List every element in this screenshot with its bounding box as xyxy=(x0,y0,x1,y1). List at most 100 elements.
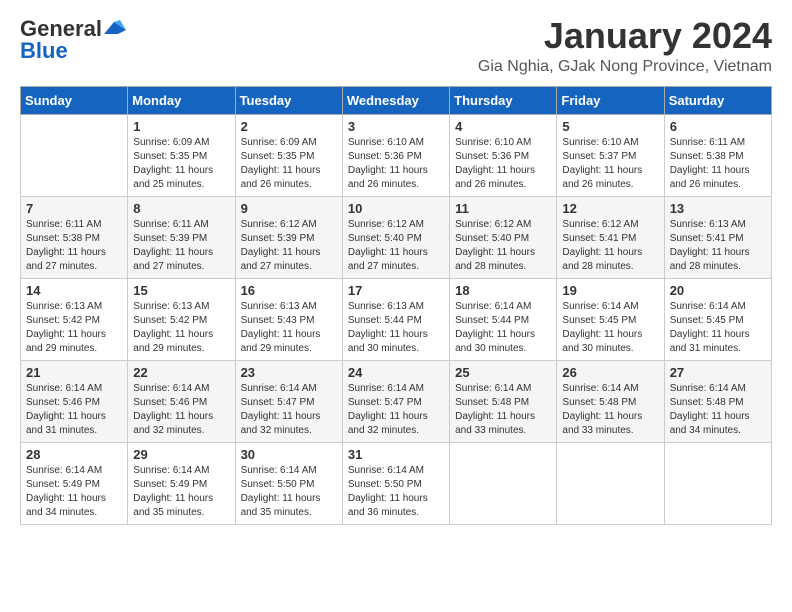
day-cell: 8 Sunrise: 6:11 AMSunset: 5:39 PMDaylight… xyxy=(128,196,235,278)
day-number: 31 xyxy=(348,447,444,462)
day-info: Sunrise: 6:14 AMSunset: 5:49 PMDaylight:… xyxy=(133,464,229,520)
weekday-header-wednesday: Wednesday xyxy=(342,86,449,114)
day-info: Sunrise: 6:13 AMSunset: 5:42 PMDaylight:… xyxy=(26,300,122,356)
day-cell: 12 Sunrise: 6:12 AMSunset: 5:41 PMDayligh… xyxy=(557,196,664,278)
weekday-header-sunday: Sunday xyxy=(21,86,128,114)
day-number: 20 xyxy=(670,283,766,298)
day-number: 6 xyxy=(670,119,766,134)
day-number: 15 xyxy=(133,283,229,298)
day-cell: 20 Sunrise: 6:14 AMSunset: 5:45 PMDayligh… xyxy=(664,278,771,360)
day-info: Sunrise: 6:14 AMSunset: 5:47 PMDaylight:… xyxy=(241,382,337,438)
day-info: Sunrise: 6:13 AMSunset: 5:41 PMDaylight:… xyxy=(670,218,766,274)
day-cell xyxy=(557,442,664,524)
day-info: Sunrise: 6:14 AMSunset: 5:50 PMDaylight:… xyxy=(241,464,337,520)
day-cell: 4 Sunrise: 6:10 AMSunset: 5:36 PMDaylight… xyxy=(450,114,557,196)
day-number: 13 xyxy=(670,201,766,216)
month-title: January 2024 xyxy=(478,16,772,56)
day-cell: 15 Sunrise: 6:13 AMSunset: 5:42 PMDayligh… xyxy=(128,278,235,360)
day-number: 23 xyxy=(241,365,337,380)
calendar-table: SundayMondayTuesdayWednesdayThursdayFrid… xyxy=(20,86,772,525)
day-cell: 18Sunrise: 6:14 AMSunset: 5:44 PMDayligh… xyxy=(450,278,557,360)
day-info: Sunrise: 6:11 AMSunset: 5:39 PMDaylight:… xyxy=(133,218,229,274)
day-cell: 25Sunrise: 6:14 AMSunset: 5:48 PMDayligh… xyxy=(450,360,557,442)
page-header: General Blue January 2024 Gia Nghia, GJa… xyxy=(20,16,772,76)
day-info: Sunrise: 6:11 AMSunset: 5:38 PMDaylight:… xyxy=(26,218,122,274)
logo: General Blue xyxy=(20,16,126,64)
day-info: Sunrise: 6:13 AMSunset: 5:44 PMDaylight:… xyxy=(348,300,444,356)
day-cell: 5 Sunrise: 6:10 AMSunset: 5:37 PMDaylight… xyxy=(557,114,664,196)
day-number: 26 xyxy=(562,365,658,380)
day-cell: 22Sunrise: 6:14 AMSunset: 5:46 PMDayligh… xyxy=(128,360,235,442)
day-info: Sunrise: 6:12 AMSunset: 5:40 PMDaylight:… xyxy=(455,218,551,274)
day-cell: 23 Sunrise: 6:14 AMSunset: 5:47 PMDayligh… xyxy=(235,360,342,442)
day-info: Sunrise: 6:14 AMSunset: 5:45 PMDaylight:… xyxy=(670,300,766,356)
day-info: Sunrise: 6:14 AMSunset: 5:45 PMDaylight:… xyxy=(562,300,658,356)
day-info: Sunrise: 6:14 AMSunset: 5:47 PMDaylight:… xyxy=(348,382,444,438)
day-number: 22 xyxy=(133,365,229,380)
day-number: 7 xyxy=(26,201,122,216)
day-number: 10 xyxy=(348,201,444,216)
day-info: Sunrise: 6:11 AMSunset: 5:38 PMDaylight:… xyxy=(670,136,766,192)
week-row-4: 21Sunrise: 6:14 AMSunset: 5:46 PMDayligh… xyxy=(21,360,772,442)
day-cell: 28 Sunrise: 6:14 AMSunset: 5:49 PMDayligh… xyxy=(21,442,128,524)
day-number: 19 xyxy=(562,283,658,298)
day-number: 16 xyxy=(241,283,337,298)
day-number: 3 xyxy=(348,119,444,134)
day-cell: 27Sunrise: 6:14 AMSunset: 5:48 PMDayligh… xyxy=(664,360,771,442)
day-number: 14 xyxy=(26,283,122,298)
week-row-2: 7 Sunrise: 6:11 AMSunset: 5:38 PMDaylight… xyxy=(21,196,772,278)
day-cell: 29Sunrise: 6:14 AMSunset: 5:49 PMDayligh… xyxy=(128,442,235,524)
day-info: Sunrise: 6:13 AMSunset: 5:43 PMDaylight:… xyxy=(241,300,337,356)
weekday-header-tuesday: Tuesday xyxy=(235,86,342,114)
day-info: Sunrise: 6:14 AMSunset: 5:48 PMDaylight:… xyxy=(562,382,658,438)
day-info: Sunrise: 6:14 AMSunset: 5:46 PMDaylight:… xyxy=(26,382,122,438)
day-cell: 9Sunrise: 6:12 AMSunset: 5:39 PMDaylight… xyxy=(235,196,342,278)
day-cell: 31Sunrise: 6:14 AMSunset: 5:50 PMDayligh… xyxy=(342,442,449,524)
day-info: Sunrise: 6:09 AMSunset: 5:35 PMDaylight:… xyxy=(241,136,337,192)
title-block: January 2024 Gia Nghia, GJak Nong Provin… xyxy=(478,16,772,76)
day-cell: 14 Sunrise: 6:13 AMSunset: 5:42 PMDayligh… xyxy=(21,278,128,360)
weekday-header-friday: Friday xyxy=(557,86,664,114)
weekday-header-row: SundayMondayTuesdayWednesdayThursdayFrid… xyxy=(21,86,772,114)
day-cell: 10 Sunrise: 6:12 AMSunset: 5:40 PMDayligh… xyxy=(342,196,449,278)
day-cell: 1 Sunrise: 6:09 AMSunset: 5:35 PMDaylight… xyxy=(128,114,235,196)
day-info: Sunrise: 6:10 AMSunset: 5:36 PMDaylight:… xyxy=(455,136,551,192)
day-info: Sunrise: 6:13 AMSunset: 5:42 PMDaylight:… xyxy=(133,300,229,356)
day-number: 4 xyxy=(455,119,551,134)
weekday-header-monday: Monday xyxy=(128,86,235,114)
day-cell: 3 Sunrise: 6:10 AMSunset: 5:36 PMDaylight… xyxy=(342,114,449,196)
day-cell: 30 Sunrise: 6:14 AMSunset: 5:50 PMDayligh… xyxy=(235,442,342,524)
weekday-header-saturday: Saturday xyxy=(664,86,771,114)
day-cell: 17 Sunrise: 6:13 AMSunset: 5:44 PMDayligh… xyxy=(342,278,449,360)
day-cell: 26 Sunrise: 6:14 AMSunset: 5:48 PMDayligh… xyxy=(557,360,664,442)
logo-icon xyxy=(104,20,126,36)
day-number: 30 xyxy=(241,447,337,462)
day-cell: 16 Sunrise: 6:13 AMSunset: 5:43 PMDayligh… xyxy=(235,278,342,360)
day-number: 28 xyxy=(26,447,122,462)
day-number: 24 xyxy=(348,365,444,380)
day-info: Sunrise: 6:14 AMSunset: 5:48 PMDaylight:… xyxy=(670,382,766,438)
day-number: 18 xyxy=(455,283,551,298)
day-cell: 19 Sunrise: 6:14 AMSunset: 5:45 PMDayligh… xyxy=(557,278,664,360)
day-info: Sunrise: 6:10 AMSunset: 5:37 PMDaylight:… xyxy=(562,136,658,192)
day-cell: 6 Sunrise: 6:11 AMSunset: 5:38 PMDaylight… xyxy=(664,114,771,196)
day-number: 9 xyxy=(241,201,337,216)
week-row-1: 1 Sunrise: 6:09 AMSunset: 5:35 PMDaylight… xyxy=(21,114,772,196)
day-cell: 24 Sunrise: 6:14 AMSunset: 5:47 PMDayligh… xyxy=(342,360,449,442)
day-info: Sunrise: 6:09 AMSunset: 5:35 PMDaylight:… xyxy=(133,136,229,192)
day-info: Sunrise: 6:12 AMSunset: 5:40 PMDaylight:… xyxy=(348,218,444,274)
day-info: Sunrise: 6:14 AMSunset: 5:49 PMDaylight:… xyxy=(26,464,122,520)
day-info: Sunrise: 6:12 AMSunset: 5:41 PMDaylight:… xyxy=(562,218,658,274)
day-info: Sunrise: 6:10 AMSunset: 5:36 PMDaylight:… xyxy=(348,136,444,192)
day-cell: 13 Sunrise: 6:13 AMSunset: 5:41 PMDayligh… xyxy=(664,196,771,278)
day-number: 5 xyxy=(562,119,658,134)
weekday-header-thursday: Thursday xyxy=(450,86,557,114)
day-cell xyxy=(21,114,128,196)
day-number: 8 xyxy=(133,201,229,216)
week-row-5: 28 Sunrise: 6:14 AMSunset: 5:49 PMDayligh… xyxy=(21,442,772,524)
day-number: 17 xyxy=(348,283,444,298)
day-cell xyxy=(450,442,557,524)
location: Gia Nghia, GJak Nong Province, Vietnam xyxy=(478,58,772,76)
day-number: 12 xyxy=(562,201,658,216)
day-number: 1 xyxy=(133,119,229,134)
